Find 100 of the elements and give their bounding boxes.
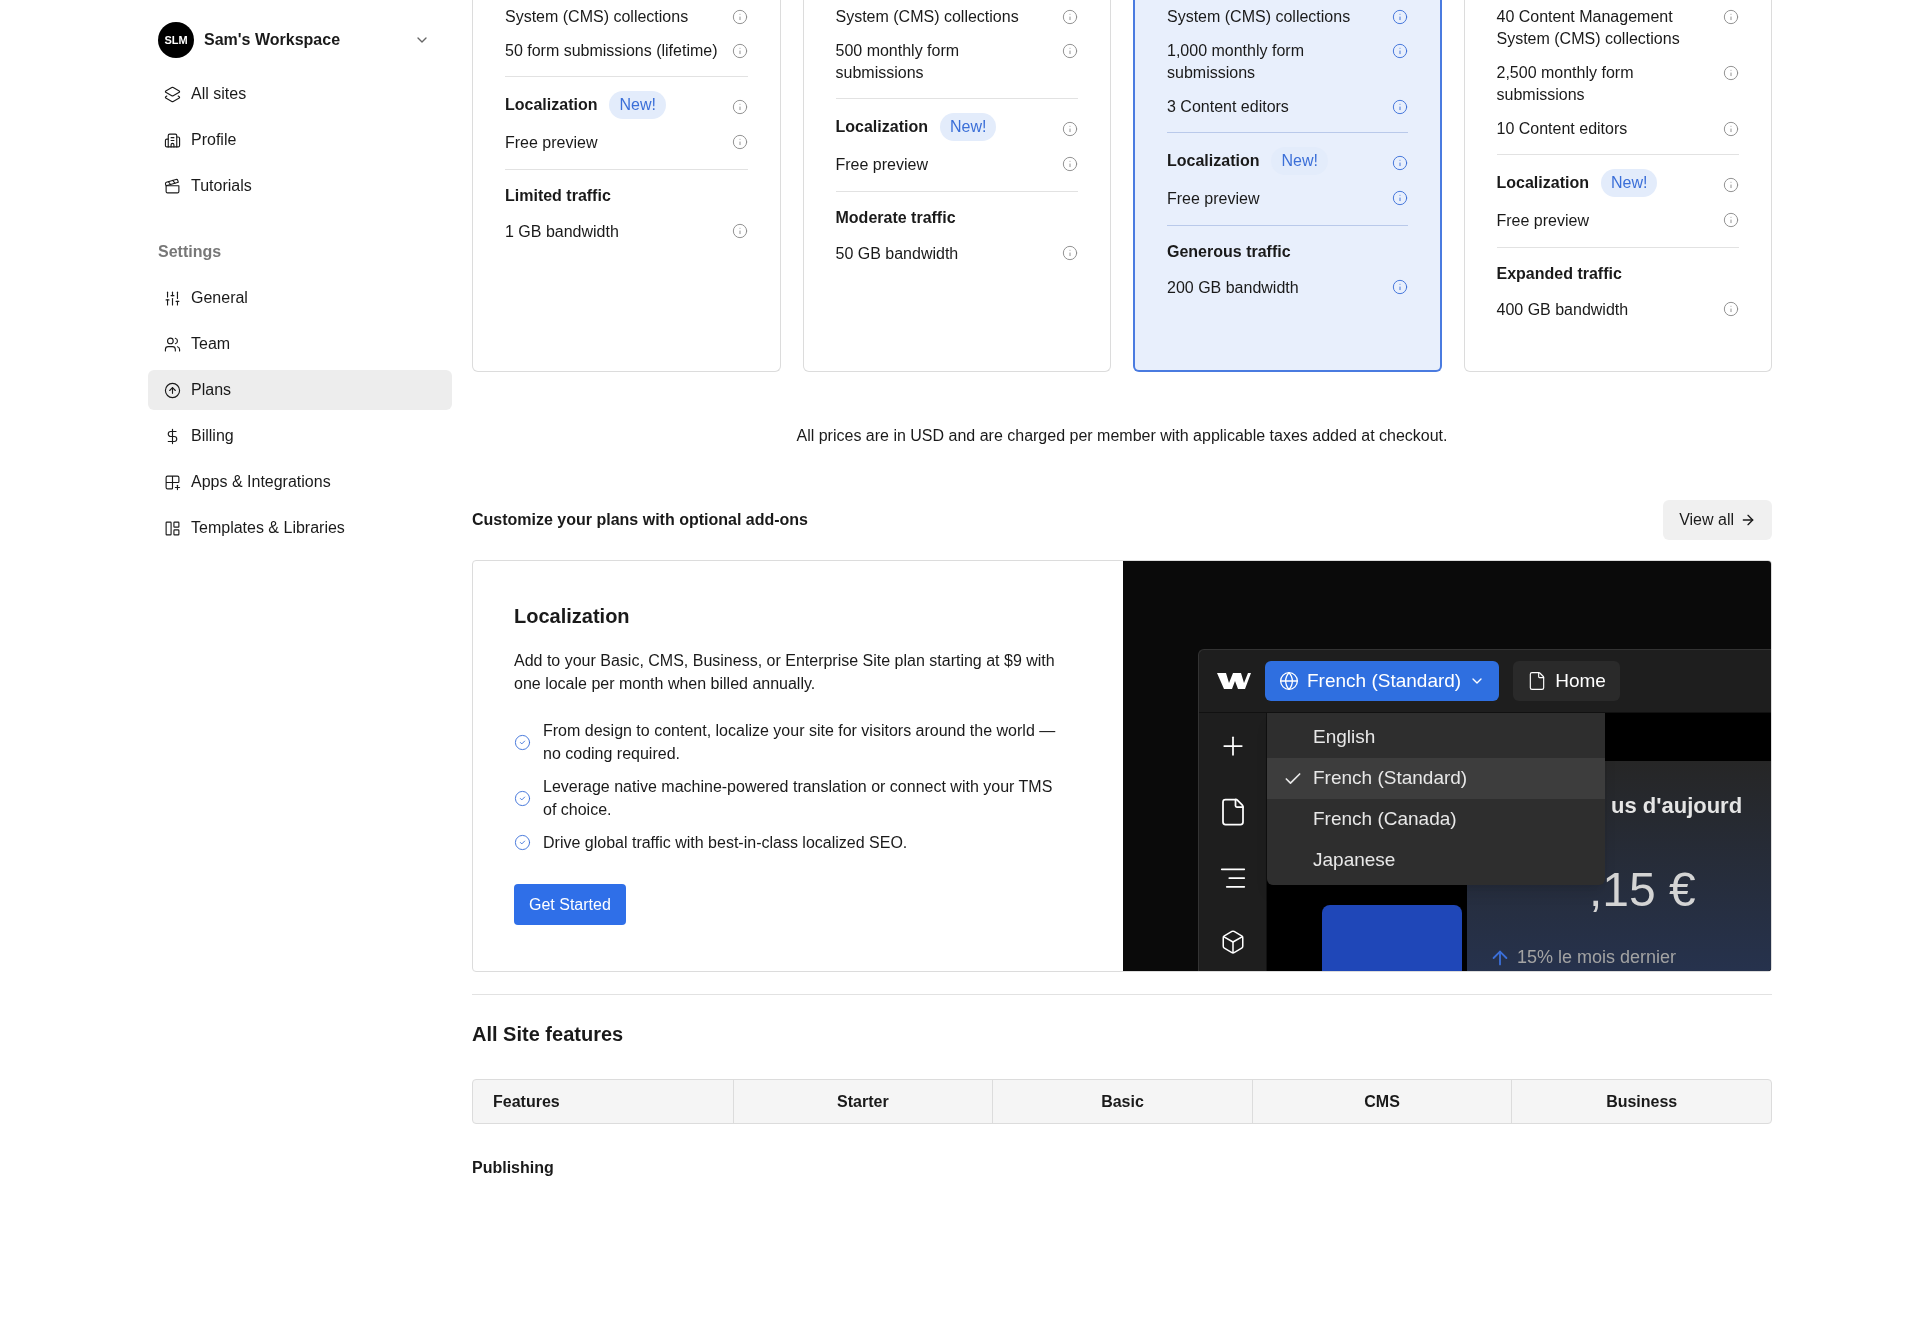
column-header: Starter: [837, 1091, 889, 1112]
column-header: CMS: [1364, 1091, 1400, 1112]
addon-benefit: Drive global traffic with best-in-class localized SEO.: [543, 833, 908, 853]
plan-feature-title: Generous traffic: [1167, 242, 1292, 262]
users-icon: [164, 335, 181, 353]
sidebar-item[interactable]: Templates & Libraries: [148, 508, 452, 548]
pricing-note: All prices are in USD and are charged per member with applicable taxes added at checkout.: [795, 426, 1449, 446]
check-circle-icon: [514, 834, 531, 851]
info-icon[interactable]: [1062, 245, 1078, 261]
addon-title: Localization: [514, 604, 631, 629]
plan-feature-title: Localization: [1167, 151, 1260, 171]
stacked-layers-icon: [164, 85, 181, 103]
view-all-button[interactable]: View all: [1663, 500, 1772, 540]
info-icon[interactable]: [1723, 301, 1739, 317]
feature-group-title: Publishing: [472, 1158, 555, 1178]
info-icon[interactable]: [1391, 43, 1408, 59]
plan-feature: Free preview: [1167, 189, 1260, 209]
info-icon[interactable]: [1391, 99, 1408, 115]
section-heading: Customize your plans with optional add-ons: [472, 510, 808, 530]
plan-feature-title: Expanded traffic: [1496, 264, 1623, 284]
plan-feature: 3 Content editors: [1167, 97, 1289, 117]
new-badge: New!: [939, 113, 997, 141]
plan-feature: 40 Content Management System (CMS) collections: [1496, 7, 1681, 49]
plan-feature-title: Localization: [505, 95, 598, 115]
check-circle-icon: [514, 789, 531, 807]
section-heading: Settings: [157, 242, 223, 262]
plan-feature: 200 GB bandwidth: [1167, 278, 1299, 298]
plan-feature-title: Moderate traffic: [835, 208, 957, 228]
grid-plus-icon: [164, 473, 181, 491]
plan-feature: 1 GB bandwidth: [505, 222, 619, 242]
addon-benefit: Leverage native machine-powered translation or connect with your TMS of choice.: [543, 777, 1054, 820]
plan-feature: 500 monthly form submissions: [835, 41, 961, 83]
info-icon[interactable]: [1723, 121, 1739, 137]
sidebar-item[interactable]: Billing: [148, 416, 452, 456]
new-badge: New!: [1600, 169, 1658, 197]
sidebar-item[interactable]: Apps & Integrations: [148, 462, 452, 502]
plan-feature: System (CMS) collections: [835, 7, 1019, 27]
clapperboard-icon: [164, 177, 181, 195]
logo-icon: [1217, 671, 1251, 691]
new-badge: New!: [1271, 147, 1328, 175]
plan-feature-title: Localization: [1496, 173, 1589, 193]
plan-feature: Free preview: [835, 155, 928, 175]
info-icon[interactable]: [1723, 212, 1739, 228]
arrow-right-icon: [1740, 512, 1756, 528]
plan-feature: Free preview: [505, 133, 598, 153]
column-header: Business: [1606, 1091, 1678, 1112]
plan-feature-title: Localization: [835, 117, 928, 137]
language-option[interactable]: French (Canada): [1267, 799, 1605, 840]
info-icon[interactable]: [1391, 279, 1408, 295]
panel-layout-icon: [164, 519, 181, 537]
new-badge: New!: [609, 91, 666, 119]
info-icon[interactable]: [731, 134, 748, 150]
info-icon[interactable]: [1062, 9, 1078, 25]
info-icon[interactable]: [1391, 190, 1408, 206]
column-header: Basic: [1101, 1091, 1144, 1112]
plan-feature: 400 GB bandwidth: [1496, 300, 1629, 320]
info-icon[interactable]: [1723, 176, 1739, 193]
language-option[interactable]: French (Standard): [1267, 758, 1605, 799]
info-icon[interactable]: [1723, 9, 1739, 25]
sidebar-item[interactable]: Profile: [148, 120, 452, 160]
sidebar-item[interactable]: All sites: [148, 74, 452, 114]
info-icon[interactable]: [731, 43, 748, 59]
plan-feature: System (CMS) collections: [505, 7, 689, 27]
plan-feature: 2,500 monthly form submissions: [1496, 63, 1635, 105]
cube-icon[interactable]: [1219, 929, 1246, 955]
workspace-name[interactable]: Sam's Workspace: [204, 28, 404, 52]
building-icon: [164, 131, 181, 149]
info-icon[interactable]: [1062, 120, 1078, 137]
info-icon[interactable]: [1723, 65, 1739, 81]
plan-feature: 1,000 monthly form submissions: [1167, 41, 1305, 83]
info-icon[interactable]: [1391, 154, 1408, 171]
sidebar-item[interactable]: Team: [148, 324, 452, 364]
sidebar-item[interactable]: General: [148, 278, 452, 318]
check-circle-icon: [514, 733, 531, 751]
stats-change: 15% le mois dernier: [1517, 946, 1677, 969]
globe-icon: [1279, 671, 1299, 691]
plan-feature-title: Limited traffic: [505, 186, 612, 206]
workspace-avatar: SLM: [158, 22, 194, 58]
sidebar-item[interactable]: Plans: [148, 370, 452, 410]
info-icon[interactable]: [1062, 156, 1078, 172]
info-icon[interactable]: [1062, 43, 1078, 59]
language-option[interactable]: English: [1267, 717, 1605, 758]
plan-feature: System (CMS) collections: [1167, 7, 1351, 27]
addon-description: Add to your Basic, CMS, Business, or Enterprise Site plan starting at $9 with one locale per month when billed annually.: [514, 651, 1056, 694]
addon-benefit: From design to content, localize your site for visitors around the world —no coding required.: [543, 721, 1057, 764]
info-icon[interactable]: [731, 98, 748, 115]
get-started-button[interactable]: Get Started: [514, 884, 626, 925]
info-icon[interactable]: [731, 223, 748, 239]
circle-arrow-up-icon: [164, 381, 181, 399]
page-button[interactable]: Home: [1513, 661, 1620, 701]
plan-feature: 10 Content editors: [1496, 119, 1628, 139]
info-icon[interactable]: [1391, 9, 1408, 25]
sidebar-item[interactable]: Tutorials: [148, 166, 452, 206]
language-dropdown[interactable]: French (Standard): [1265, 661, 1500, 701]
column-header: Features: [493, 1091, 560, 1112]
plan-feature: 50 form submissions (lifetime): [505, 41, 718, 61]
info-icon[interactable]: [731, 9, 748, 25]
stats-heading: us d'aujourd: [1610, 792, 1744, 820]
plan-feature: 50 GB bandwidth: [835, 244, 959, 264]
section-heading: All Site features: [472, 1022, 625, 1047]
